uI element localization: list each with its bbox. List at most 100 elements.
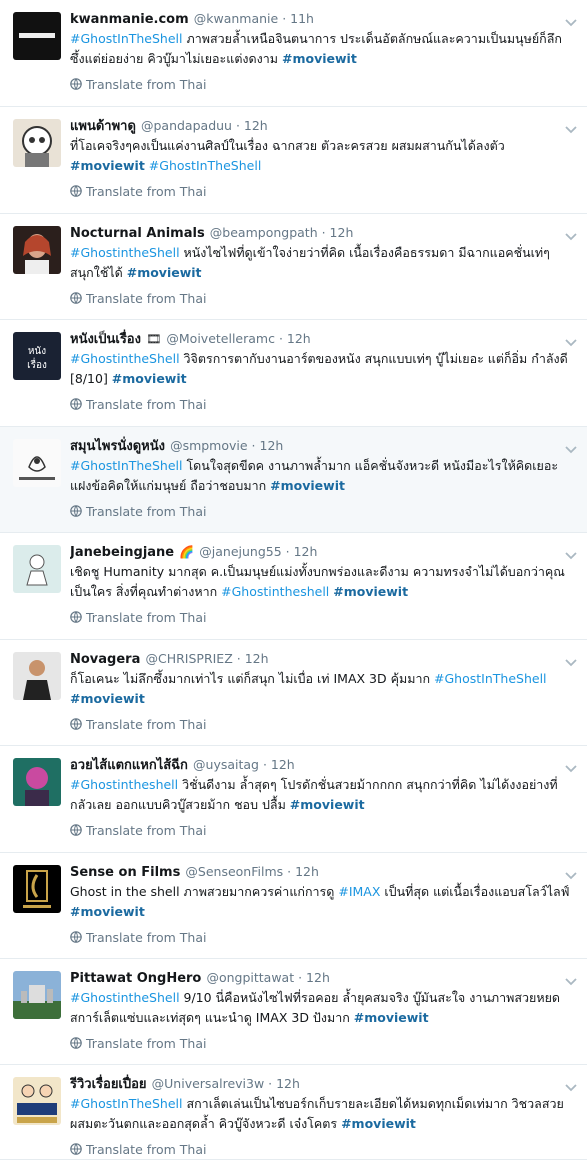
- translate-label[interactable]: Translate from Thai: [86, 930, 206, 945]
- display-name[interactable]: หนังเป็นเรื่อง: [70, 332, 141, 347]
- hashtag-link[interactable]: #moviewit: [112, 371, 187, 386]
- chevron-down-icon[interactable]: [565, 652, 577, 667]
- user-handle[interactable]: @uysaitag: [193, 757, 259, 772]
- translate-link[interactable]: Translate from Thai: [70, 821, 573, 841]
- translate-label[interactable]: Translate from Thai: [86, 610, 206, 625]
- timestamp-link[interactable]: 12h: [244, 118, 268, 133]
- user-handle[interactable]: @ongpittawat: [206, 970, 294, 985]
- avatar[interactable]: [13, 545, 61, 593]
- timestamp-link[interactable]: 12h: [287, 331, 311, 346]
- avatar[interactable]: [13, 758, 61, 806]
- tweet[interactable]: สมุนไพรนั่งดูหนัง @smpmovie · 12h #GhostI…: [0, 427, 587, 533]
- translate-label[interactable]: Translate from Thai: [86, 77, 206, 92]
- hashtag-link[interactable]: #Ghostintheshell: [70, 777, 178, 792]
- user-handle[interactable]: @Universalrevi3w: [152, 1076, 265, 1091]
- translate-label[interactable]: Translate from Thai: [86, 1142, 206, 1157]
- tweet[interactable]: Nocturnal Animals @beampongpath · 12h #Gh…: [0, 214, 587, 320]
- hashtag-link[interactable]: #GhostInTheShell: [70, 458, 183, 473]
- hashtag-link[interactable]: #moviewit: [341, 1116, 416, 1131]
- translate-label[interactable]: Translate from Thai: [86, 823, 206, 838]
- translate-label[interactable]: Translate from Thai: [86, 291, 206, 306]
- user-handle[interactable]: @kwanmanie: [194, 11, 278, 26]
- user-handle[interactable]: @beampongpath: [210, 225, 318, 240]
- translate-link[interactable]: Translate from Thai: [70, 1034, 573, 1054]
- avatar[interactable]: [13, 652, 61, 700]
- translate-link[interactable]: Translate from Thai: [70, 928, 573, 948]
- hashtag-link[interactable]: #moviewit: [290, 797, 365, 812]
- translate-link[interactable]: Translate from Thai: [70, 1140, 573, 1160]
- avatar[interactable]: หนัง เรื่อง: [13, 332, 61, 380]
- tweet[interactable]: kwanmanie.com @kwanmanie · 11h #GhostInTh…: [0, 0, 587, 107]
- translate-link[interactable]: Translate from Thai: [70, 182, 573, 202]
- user-handle[interactable]: @pandapaduu: [141, 118, 232, 133]
- chevron-down-icon[interactable]: [565, 758, 577, 773]
- avatar[interactable]: [13, 439, 61, 487]
- hashtag-link[interactable]: #moviewit: [282, 51, 357, 66]
- tweet[interactable]: Sense on Films @SenseonFilms · 12h Ghost …: [0, 853, 587, 959]
- timestamp-link[interactable]: 12h: [295, 864, 319, 879]
- display-name[interactable]: Nocturnal Animals: [70, 226, 205, 241]
- user-handle[interactable]: @smpmovie: [170, 438, 248, 453]
- hashtag-link[interactable]: #GhostintheShell: [70, 990, 180, 1005]
- translate-label[interactable]: Translate from Thai: [86, 397, 206, 412]
- translate-link[interactable]: Translate from Thai: [70, 608, 573, 628]
- timestamp-link[interactable]: 12h: [260, 438, 284, 453]
- user-handle[interactable]: @janejung55: [199, 544, 281, 559]
- translate-link[interactable]: Translate from Thai: [70, 75, 573, 95]
- timestamp-link[interactable]: 11h: [290, 11, 314, 26]
- chevron-down-icon[interactable]: [565, 226, 577, 241]
- user-handle[interactable]: @Moivetelleramc: [166, 331, 275, 346]
- timestamp-link[interactable]: 12h: [306, 970, 330, 985]
- tweet[interactable]: Novagera @CHRISPRIEZ · 12h ก็โอเคนะ ไม่ลึ…: [0, 640, 587, 746]
- avatar[interactable]: [13, 865, 61, 913]
- display-name[interactable]: Janebeingjane: [70, 545, 174, 560]
- timestamp-link[interactable]: 12h: [330, 225, 354, 240]
- tweet[interactable]: หนัง เรื่อง หนังเป็นเรื่อง 🎞 @Moivetellera…: [0, 320, 587, 427]
- translate-link[interactable]: Translate from Thai: [70, 289, 573, 309]
- display-name[interactable]: อวยไส้แตกแหกไส้ฉีก: [70, 758, 188, 773]
- hashtag-link[interactable]: #GhostInTheShell: [70, 1096, 183, 1111]
- tweet[interactable]: Janebeingjane 🌈 @janejung55 · 12h เชิดชู …: [0, 533, 587, 640]
- avatar[interactable]: [13, 119, 61, 167]
- chevron-down-icon[interactable]: [565, 119, 577, 134]
- hashtag-link[interactable]: #moviewit: [333, 584, 408, 599]
- timestamp-link[interactable]: 12h: [294, 544, 318, 559]
- hashtag-link[interactable]: #moviewit: [70, 904, 145, 919]
- hashtag-link[interactable]: #GhostInTheShell: [70, 31, 183, 46]
- timestamp-link[interactable]: 12h: [245, 651, 269, 666]
- tweet[interactable]: แพนด้าพาดู @pandapaduu · 12h ที่โอเคจริงๆ…: [0, 107, 587, 214]
- translate-link[interactable]: Translate from Thai: [70, 395, 573, 415]
- avatar[interactable]: [13, 12, 61, 60]
- hashtag-link[interactable]: #Ghostintheshell: [221, 584, 329, 599]
- display-name[interactable]: kwanmanie.com: [70, 12, 189, 27]
- chevron-down-icon[interactable]: [565, 865, 577, 880]
- hashtag-link[interactable]: #moviewit: [70, 158, 145, 173]
- hashtag-link[interactable]: #GhostInTheShell: [434, 671, 547, 686]
- display-name[interactable]: Pittawat OngHero: [70, 971, 201, 986]
- hashtag-link[interactable]: #moviewit: [270, 478, 345, 493]
- hashtag-link[interactable]: #GhostintheShell: [70, 351, 180, 366]
- timestamp-link[interactable]: 12h: [271, 757, 295, 772]
- chevron-down-icon[interactable]: [565, 332, 577, 347]
- avatar[interactable]: [13, 971, 61, 1019]
- display-name[interactable]: แพนด้าพาดู: [70, 119, 136, 134]
- hashtag-link[interactable]: #moviewit: [127, 265, 202, 280]
- hashtag-link[interactable]: #moviewit: [70, 691, 145, 706]
- tweet[interactable]: อวยไส้แตกแหกไส้ฉีก @uysaitag · 12h #Ghost…: [0, 746, 587, 853]
- translate-link[interactable]: Translate from Thai: [70, 715, 573, 735]
- hashtag-link[interactable]: #IMAX: [338, 884, 380, 899]
- tweet[interactable]: Pittawat OngHero @ongpittawat · 12h #Ghos…: [0, 959, 587, 1065]
- avatar[interactable]: [13, 1077, 61, 1125]
- translate-link[interactable]: Translate from Thai: [70, 502, 573, 522]
- display-name[interactable]: Sense on Films: [70, 865, 180, 880]
- display-name[interactable]: รีวิวเรื่อยเปื่อย: [70, 1077, 147, 1092]
- hashtag-link[interactable]: #GhostInTheShell: [149, 158, 262, 173]
- chevron-down-icon[interactable]: [565, 1077, 577, 1092]
- translate-label[interactable]: Translate from Thai: [86, 717, 206, 732]
- chevron-down-icon[interactable]: [565, 12, 577, 27]
- translate-label[interactable]: Translate from Thai: [86, 504, 206, 519]
- timestamp-link[interactable]: 12h: [276, 1076, 300, 1091]
- translate-label[interactable]: Translate from Thai: [86, 184, 206, 199]
- hashtag-link[interactable]: #GhostintheShell: [70, 245, 180, 260]
- hashtag-link[interactable]: #moviewit: [354, 1010, 429, 1025]
